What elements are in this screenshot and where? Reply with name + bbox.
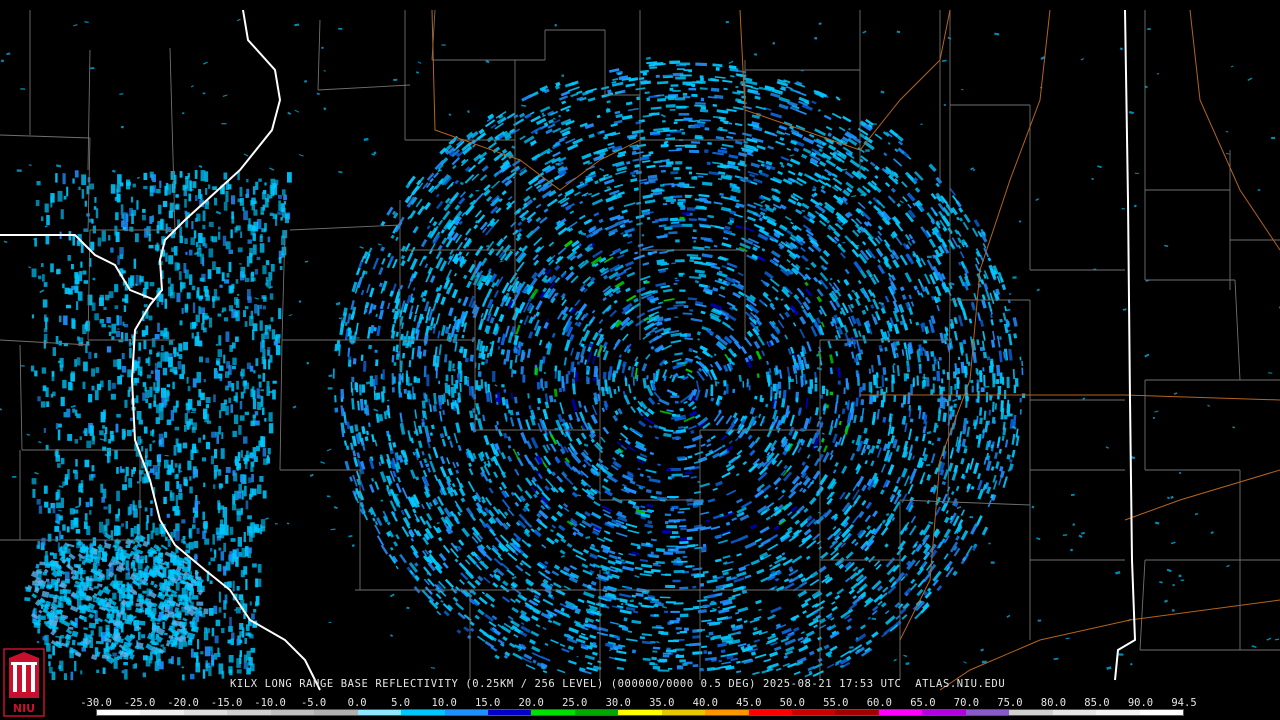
colorbar-segment xyxy=(531,710,575,715)
colorbar-segment xyxy=(444,710,488,715)
colorbar-segment xyxy=(1052,710,1097,715)
colorbar-segment xyxy=(183,710,228,715)
colorbar-segment xyxy=(705,710,749,715)
colorbar-tick-label: 90.0 xyxy=(1127,697,1154,709)
colorbar-segment xyxy=(792,710,836,715)
colorbar-segment xyxy=(748,710,792,715)
product-caption: KILX LONG RANGE BASE REFLECTIVITY (0.25K… xyxy=(230,678,1005,690)
colorbar-tick-label: 45.0 xyxy=(736,697,762,709)
colorbar-segment xyxy=(357,710,402,715)
colorbar-tick-label: 70.0 xyxy=(953,697,980,709)
colorbar-tick-label: 30.0 xyxy=(605,697,631,709)
radar-map xyxy=(0,0,1280,720)
colorbar-tick-label: 10.0 xyxy=(431,697,457,709)
colorbar-tick-label: 75.0 xyxy=(997,697,1023,709)
colorbar-segment xyxy=(835,710,879,715)
colorbar-tick-label: 80.0 xyxy=(1040,697,1067,709)
radar-site-marker xyxy=(673,378,685,390)
source-label: ATLAS.NIU.EDU xyxy=(915,678,1006,690)
colorbar-tick-label: -10.0 xyxy=(254,697,286,709)
colorbar-segment xyxy=(487,710,532,715)
colorbar-segment xyxy=(97,710,141,715)
colorbar-segment xyxy=(314,710,358,715)
colorbar-segment xyxy=(1009,710,1053,715)
colorbar-tick-label: -20.0 xyxy=(167,697,199,709)
reflectivity-colorbar xyxy=(96,709,1184,716)
colorbar-tick-label: 60.0 xyxy=(866,697,893,709)
colorbar-segment xyxy=(878,710,923,715)
resolution-label: (0.25KM / 256 LEVEL) xyxy=(465,678,604,690)
colorbar-tick-label: 85.0 xyxy=(1084,697,1110,709)
colorbar-segment xyxy=(661,710,706,715)
colorbar-tick-label: 15.0 xyxy=(475,697,501,709)
colorbar-segment xyxy=(965,710,1010,715)
colorbar-segment xyxy=(1096,710,1140,715)
colorbar-segment xyxy=(574,710,619,715)
colorbar-tick-label: 20.0 xyxy=(518,697,544,709)
colorbar-tick-label: 35.0 xyxy=(649,697,675,709)
colorbar-segment xyxy=(140,710,184,715)
datetime-label: 2025-08-21 17:53 UTC xyxy=(762,678,902,690)
colorbar-tick-label: 5.0 xyxy=(391,697,411,709)
colorbar-segment xyxy=(401,710,445,715)
logo-text: NIU xyxy=(13,702,35,715)
colorbar-segment xyxy=(227,710,271,715)
colorbar-tick-label: 50.0 xyxy=(779,697,805,709)
colorbar-tick-label: 0.0 xyxy=(347,697,367,709)
colorbar-segment xyxy=(270,710,315,715)
colorbar-segment xyxy=(922,710,966,715)
radar-site-label: KILX xyxy=(230,678,258,690)
colorbar-tick-label: 25.0 xyxy=(562,697,588,709)
colorbar-tick-label: -15.0 xyxy=(210,697,243,709)
colorbar-segment xyxy=(618,710,662,715)
colorbar-tick-label: -30.0 xyxy=(80,697,112,709)
colorbar-segment xyxy=(1139,710,1183,715)
colorbar-tick-labels: -30.0 -25.0 -20.0 -15.0 -10.0 -5.0 0.0 5.0 10.0 1… xyxy=(80,697,1197,709)
colorbar-tick-label: 55.0 xyxy=(823,697,849,709)
product-label: LONG RANGE BASE REFLECTIVITY xyxy=(264,678,459,690)
colorbar-tick-label: 65.0 xyxy=(910,697,936,709)
colorbar-tick-label: 94.5 xyxy=(1171,697,1197,709)
niu-logo: NIU xyxy=(3,648,45,717)
volume-label: (000000/0000 0.5 DEG) xyxy=(610,678,757,690)
colorbar-tick-label: 40.0 xyxy=(692,697,718,709)
colorbar-tick-label: -25.0 xyxy=(123,697,156,709)
colorbar-tick-label: -5.0 xyxy=(300,697,327,709)
